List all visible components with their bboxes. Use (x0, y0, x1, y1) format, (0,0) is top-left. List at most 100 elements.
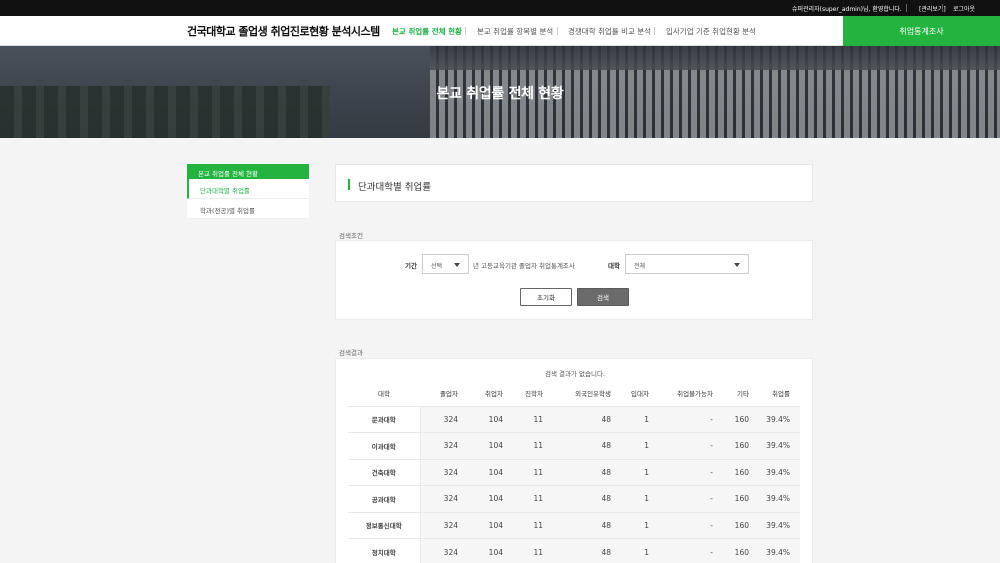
site-title[interactable]: 건국대학교 졸업생 취업진로현황 분석시스템 (187, 23, 380, 39)
result-section-label: 검색결과 (339, 349, 363, 357)
table-cell: 1 (621, 405, 659, 433)
table-cell: 324 (420, 405, 468, 433)
table-cell: 324 (420, 432, 468, 459)
nav-item-competitor[interactable]: 경쟁대학 취업률 비교 분석 (568, 26, 651, 37)
sidebar: 본교 취업률 전체 현황 단과대학별 취업률 학과(전공)별 취업률 (187, 164, 309, 219)
table-row: 이과대학 324 104 11 48 1-160 39.4% (348, 432, 800, 459)
nav-item-overall[interactable]: 본교 취업률 전체 현황 (392, 26, 462, 37)
table-cell: 39.4% (759, 511, 800, 539)
nav-item-item-analysis[interactable]: 본교 취업률 항목별 분석 (477, 26, 553, 37)
column-header: 취업불가능자 (677, 390, 713, 399)
table-row: 정보통신대학 324 104 11 48 1-160 39.4% (348, 511, 800, 539)
table-cell: 48 (553, 538, 621, 563)
title-accent-bar (348, 179, 350, 190)
table-cell: 160 (723, 432, 759, 459)
college-name-cell: 문과대학 (348, 405, 421, 433)
logout-link[interactable]: 로그아웃 (953, 4, 975, 13)
table-cell: 39.4% (759, 405, 800, 433)
table-cell: 39.4% (759, 538, 800, 563)
table-cell: - (659, 511, 723, 539)
search-button[interactable]: 검색 (577, 288, 629, 306)
welcome-text: 슈퍼관리자(super_admin)님, 환영합니다. (792, 4, 902, 13)
table-cell: 104 (468, 538, 513, 563)
table-cell: - (659, 458, 723, 486)
search-panel: 기간 선택 년 고등교육기관 졸업자 취업통계조사 대학 전체 초기화 검색 (335, 240, 813, 320)
table-row: 건축대학 324 104 11 48 1-160 39.4% (348, 458, 800, 486)
table-cell: 11 (513, 538, 553, 563)
nav-item-company[interactable]: 입사기업 기준 취업현황 분석 (666, 26, 756, 37)
period-select[interactable]: 선택 (422, 254, 469, 274)
hero-title: 본교 취업률 전체 현황 (436, 86, 564, 102)
nav-divider (654, 27, 655, 35)
college-select-value: 전체 (634, 263, 646, 270)
table-cell: - (659, 405, 723, 433)
page-title: 단과대학별 취업률 (358, 182, 431, 193)
chevron-down-icon (734, 263, 740, 267)
table-row: 공과대학 324 104 11 48 1-160 39.4% (348, 485, 800, 512)
table-cell: 160 (723, 458, 759, 486)
table-cell: 160 (723, 485, 759, 512)
hero-banner: 본교 취업률 전체 현황 (0, 46, 1000, 138)
college-select[interactable]: 전체 (625, 254, 749, 274)
table-cell: 104 (468, 485, 513, 512)
divider (942, 4, 943, 12)
column-header: 외국인유학생 (575, 390, 611, 399)
sidebar-item-college-rate[interactable]: 단과대학별 취업률 (187, 179, 309, 199)
table-cell: 104 (468, 432, 513, 459)
column-header: 대학 (378, 390, 390, 399)
table-cell: 324 (420, 511, 468, 539)
table-cell: 1 (621, 538, 659, 563)
table-cell: - (659, 432, 723, 459)
table-cell: 160 (723, 405, 759, 433)
college-name-cell: 건축대학 (348, 458, 421, 486)
nav-divider (465, 27, 466, 35)
column-header: 취업률 (772, 390, 790, 399)
period-select-value: 선택 (431, 263, 443, 270)
main-header: 건국대학교 졸업생 취업진로현황 분석시스템 본교 취업률 전체 현황 본교 취… (0, 16, 1000, 46)
table-cell: 11 (513, 432, 553, 459)
table-cell: 104 (468, 511, 513, 539)
top-utility-bar: 슈퍼관리자(super_admin)님, 환영합니다. [관리보기] 로그아웃 (0, 0, 1000, 16)
table-cell: 39.4% (759, 432, 800, 459)
table-cell: 11 (513, 405, 553, 433)
column-header: 진학자 (525, 390, 543, 399)
chevron-down-icon (454, 263, 460, 267)
sidebar-heading: 본교 취업률 전체 현황 (187, 164, 309, 179)
nav-divider (557, 27, 558, 35)
college-label: 대학 (608, 262, 620, 270)
table-cell: 48 (553, 432, 621, 459)
column-header: 취업자 (485, 390, 503, 399)
table-cell: 324 (420, 485, 468, 512)
employment-survey-button[interactable]: 취업통계조사 (843, 16, 1000, 46)
table-cell: 1 (621, 485, 659, 512)
result-table: 대학 졸업자 취업자 진학자 외국인유학생 입대자 취업불가능자 기타 취업률 … (348, 381, 800, 563)
divider (906, 4, 907, 12)
table-cell: - (659, 538, 723, 563)
table-cell: 48 (553, 405, 621, 433)
table-cell: 11 (513, 485, 553, 512)
table-cell: 324 (420, 538, 468, 563)
table-cell: 1 (621, 511, 659, 539)
welcome-suffix: 님, 환영합니다. (862, 6, 902, 13)
result-panel: 검색 결과가 없습니다. 대학 졸업자 취업자 진학자 외국인유학생 입대자 취… (335, 358, 813, 563)
table-row: 정치대학 324 104 11 48 1-160 39.4% (348, 538, 800, 563)
table-cell: 39.4% (759, 458, 800, 486)
table-cell: - (659, 485, 723, 512)
table-cell: 104 (468, 405, 513, 433)
table-cell: 11 (513, 458, 553, 486)
table-row: 문과대학 324 104 11 48 1-160 39.4% (348, 405, 800, 433)
page-title-box: 단과대학별 취업률 (335, 164, 813, 202)
sidebar-item-major-rate[interactable]: 학과(전공)별 취업률 (187, 199, 309, 219)
table-cell: 1 (621, 458, 659, 486)
table-cell: 39.4% (759, 485, 800, 512)
column-header: 입대자 (631, 390, 649, 399)
reset-button[interactable]: 초기화 (520, 288, 572, 306)
period-note: 년 고등교육기관 졸업자 취업통계조사 (473, 262, 575, 270)
search-section-label: 검색조건 (339, 232, 363, 240)
table-cell: 104 (468, 458, 513, 486)
table-cell: 160 (723, 511, 759, 539)
column-header: 졸업자 (440, 390, 458, 399)
college-name-cell: 공과대학 (348, 485, 421, 512)
period-label: 기간 (405, 262, 417, 270)
result-table-body: 문과대학 324 104 11 48 1-160 39.4% 이과대학 324 104 11 48 1-… (348, 405, 800, 563)
